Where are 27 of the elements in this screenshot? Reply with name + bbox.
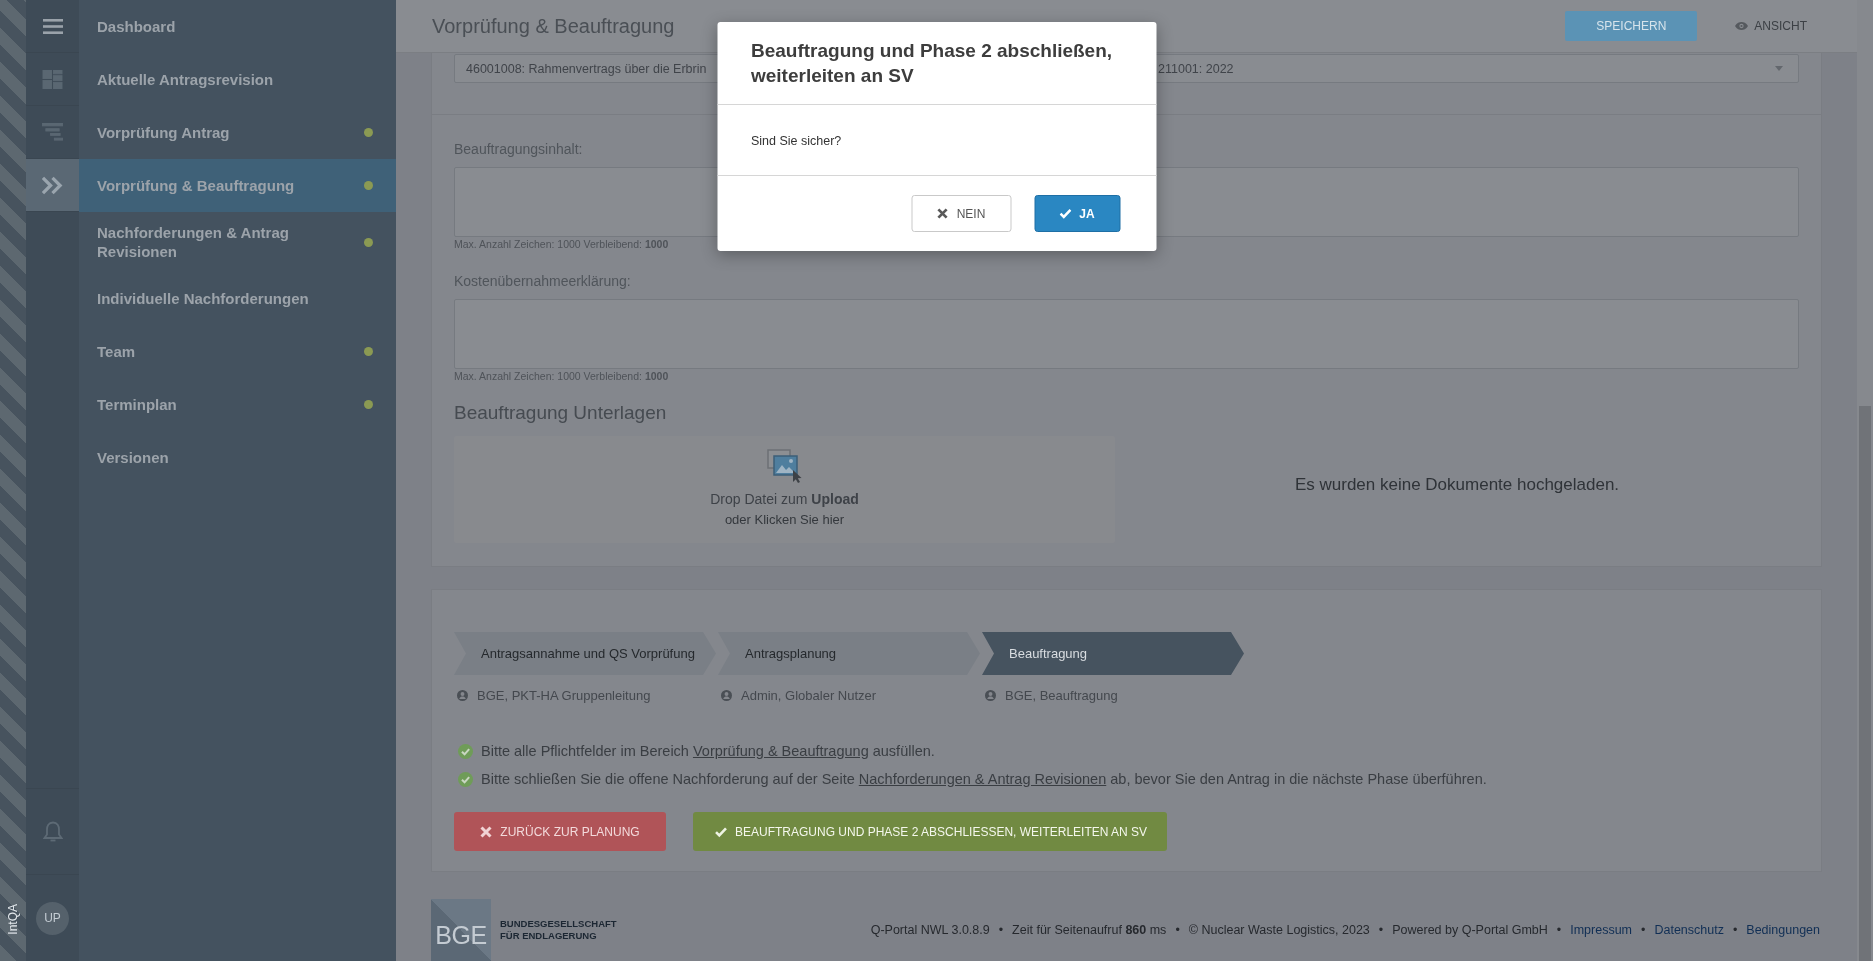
empty-state-text: Es wurden keine Dokumente hochgeladen. (1294, 474, 1620, 495)
validation-message: Bitte schließen Sie die offene Nachforderung auf der Seite Nachforderungen & Antrag Revisionen ab, bevor Sie den Antrag in die nächste Phase überführen. (481, 771, 1487, 787)
footer-text: Q-Portal NWL 3.0.8.9 (870, 922, 990, 937)
assignee-label: BGE, PKT-HA Gruppenleitung (477, 688, 651, 703)
separator-dot: • (1732, 922, 1738, 937)
separator-dot: • (1175, 922, 1180, 937)
progress-step: Antragsplanung (718, 632, 980, 675)
separator-dot: • (1378, 922, 1384, 937)
footer-text: Zeit für Seitenaufruf 860 ms (1012, 922, 1167, 937)
logo-mark: BGE (431, 899, 491, 961)
separator-dot: • (998, 922, 1004, 937)
progress-step: Beauftragung (982, 632, 1244, 675)
dialog-title: Beauftragung und Phase 2 abschließen, weiterleiten an SV (751, 39, 1114, 88)
logo-text: BUNDESGESELLSCHAFT (500, 918, 617, 930)
validation-message: Bitte alle Pflichtfelder im Bereich Vorprüfung & Beauftragung ausfüllen. (481, 743, 935, 759)
section-heading: Beauftragung Unterlagen (454, 401, 668, 425)
page-title: Vorprüfung & Beauftragung (432, 14, 675, 38)
footer-text: Powered by Q-Portal GmbH (1392, 922, 1548, 937)
footer-text: © Nuclear Waste Logistics, 2023 (1188, 922, 1370, 937)
separator-dot: • (1556, 922, 1562, 937)
separator-dot: • (1641, 922, 1646, 937)
logo-text: FÜR ENDLAGERUNG (500, 930, 598, 942)
progress-step: Antragsannahme und QS Vorprüfung (454, 632, 716, 675)
dialog-message: Sind Sie sicher? (751, 133, 843, 149)
assignee-label: BGE, Beauftragung (1005, 688, 1118, 703)
assignee-label: Admin, Globaler Nutzer (741, 688, 877, 703)
environment-label: IntQA (6, 904, 20, 935)
